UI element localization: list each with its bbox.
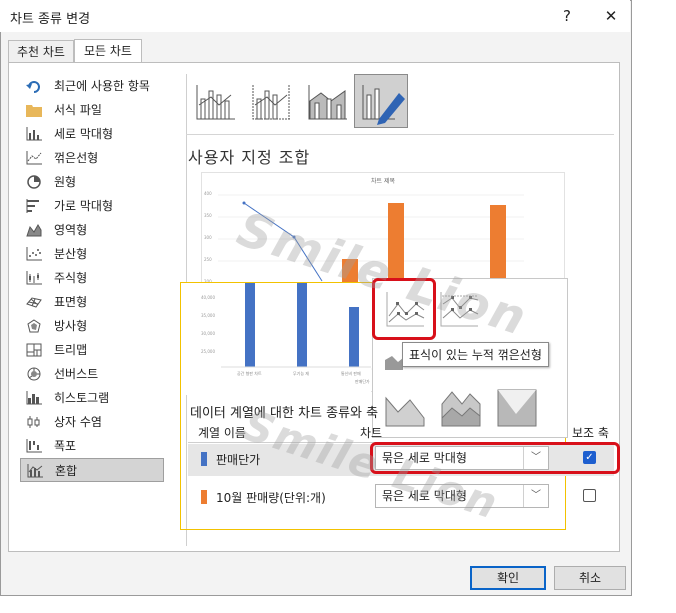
preview-line-point [242, 201, 246, 205]
surface-chart-icon [26, 297, 42, 308]
title-bar [0, 0, 630, 32]
preview-axis-tick: 35,000 [201, 313, 215, 318]
treemap-icon [26, 343, 42, 357]
sidebar-item-label: 혼합 [55, 464, 78, 478]
folder-icon [26, 105, 42, 117]
ok-button[interactable]: 확인 [470, 566, 546, 590]
tab-recommended-charts[interactable]: 추천 차트 [8, 40, 74, 62]
sidebar-item-label: 폭포 [54, 439, 77, 453]
combo-column-line-icon [196, 85, 235, 120]
sidebar-item-label: 주식형 [54, 271, 88, 285]
sidebar-item-scatter[interactable]: 분산형 [20, 242, 164, 266]
preview-chart-title: 차트 제목 [371, 177, 395, 185]
sidebar-item-waterfall[interactable]: 폭포 [20, 434, 164, 458]
sidebar-item-bar[interactable]: 가로 막대형 [20, 194, 164, 218]
stock-chart-icon [26, 271, 42, 285]
recent-icon [26, 81, 40, 93]
preview-legend: 판매단가 [355, 378, 370, 384]
radar-chart-icon [27, 319, 41, 333]
preview-axis-tick: 400 [204, 191, 212, 196]
sidebar-item-label: 세로 막대형 [54, 127, 114, 141]
sidebar-item-stock[interactable]: 주식형 [20, 266, 164, 290]
preview-axis-tick: 30,000 [201, 331, 215, 336]
preview-bar-blue [297, 283, 307, 367]
sidebar-item-label: 서식 파일 [54, 103, 102, 117]
sidebar-item-line[interactable]: 꺾은선형 [20, 146, 164, 170]
col-secondary-axis: 보조 축 [572, 426, 609, 440]
series-name: 10월 판매량(단위:개) [216, 491, 326, 505]
combo-subtype-column-line-secondary[interactable] [244, 74, 298, 128]
bar-chart-icon [26, 199, 39, 213]
sidebar-item-recent[interactable]: 최근에 사용한 항목 [20, 74, 164, 98]
preview-axis-tick: 40,000 [201, 295, 215, 300]
preview-category-label: 무기능 재 [293, 370, 309, 376]
tab-all-charts[interactable]: 모든 차트 [74, 39, 142, 63]
preview-bar-blue [245, 283, 255, 367]
preview-bar-blue [349, 307, 359, 367]
sidebar-item-column[interactable]: 세로 막대형 [20, 122, 164, 146]
sidebar-item-histogram[interactable]: 히스토그램 [20, 386, 164, 410]
sidebar-item-label: 히스토그램 [54, 391, 110, 405]
combo-area-column-icon [308, 85, 347, 120]
preview-category-label: 공간 형판 차트 [237, 370, 262, 376]
help-button[interactable]: ? [550, 4, 584, 28]
sidebar-item-area[interactable]: 영역형 [20, 218, 164, 242]
preview-axis-tick: 25,000 [201, 349, 215, 354]
sidebar-item-sunburst[interactable]: 선버스트 [20, 362, 164, 386]
pie-chart-icon [27, 175, 41, 189]
scatter-chart-icon [26, 247, 42, 261]
combo-column-line-secondary-icon [252, 85, 291, 120]
cancel-button[interactable]: 취소 [554, 566, 626, 590]
sidebar-item-label: 원형 [54, 175, 77, 189]
sidebar-item-label: 영역형 [54, 223, 88, 237]
preview-lower-part: 40,000 35,000 30,000 25,000 공간 형판 차트 무기능… [181, 283, 371, 395]
combo-subtype-custom[interactable] [354, 74, 408, 128]
custom-combo-pencil-icon [362, 85, 405, 125]
waterfall-icon [26, 439, 42, 453]
sidebar-item-label: 트리맵 [54, 343, 88, 357]
sidebar-item-label: 꺾은선형 [54, 151, 99, 165]
section-separator [186, 134, 614, 135]
sidebar-item-radar[interactable]: 방사형 [20, 314, 164, 338]
sidebar-item-surface[interactable]: 표면형 [20, 290, 164, 314]
series-color-swatch [201, 490, 207, 504]
combo-subtype-area-column[interactable] [300, 74, 354, 128]
section-heading: 사용자 지정 조합 [188, 148, 311, 167]
sidebar-item-label: 가로 막대형 [54, 199, 114, 213]
chart-type-tooltip: 표식이 있는 누적 꺾은선형 [402, 342, 549, 367]
preview-axis-tick: 250 [204, 257, 212, 262]
preview-category-label: 통신비 판매 [341, 370, 361, 376]
preview-axis-tick: 300 [204, 235, 212, 240]
sidebar-item-combo[interactable]: 혼합 [20, 458, 164, 482]
area-chart-icon [26, 224, 42, 237]
secondary-axis-checkbox[interactable] [583, 489, 596, 502]
area-small-icon [385, 356, 403, 370]
sidebar-item-label: 선버스트 [54, 367, 99, 381]
sidebar-item-label: 상자 수염 [54, 415, 102, 429]
chevron-down-icon: ﹀ [523, 485, 548, 507]
combo-subtype-column-line[interactable] [188, 74, 242, 128]
box-whisker-icon [27, 416, 40, 428]
line-chart-icon [26, 151, 42, 165]
series-name: 판매단가 [216, 453, 261, 467]
sunburst-icon [27, 367, 41, 381]
series-color-swatch [201, 452, 207, 466]
preview-axis-tick: 350 [204, 213, 212, 218]
sidebar-item-box-whisker[interactable]: 상자 수염 [20, 410, 164, 434]
sidebar-item-templates[interactable]: 서식 파일 [20, 98, 164, 122]
combo-chart-icon [27, 464, 43, 478]
gallery-area-hidden [384, 352, 404, 372]
chart-category-list: 최근에 사용한 항목 서식 파일 세로 막대형 꺾은선형 원형 가로 막대형 영… [20, 74, 164, 482]
close-button[interactable]: ✕ [594, 4, 628, 28]
sidebar-item-label: 표면형 [54, 295, 88, 309]
sidebar-item-pie[interactable]: 원형 [20, 170, 164, 194]
dialog-title: 차트 종류 변경 [10, 12, 91, 27]
sidebar-item-treemap[interactable]: 트리맵 [20, 338, 164, 362]
sidebar-item-label: 분산형 [54, 247, 88, 261]
histogram-icon [26, 391, 42, 405]
sidebar-item-label: 최근에 사용한 항목 [54, 79, 150, 93]
sidebar-item-label: 방사형 [54, 319, 88, 333]
column-chart-icon [26, 127, 42, 141]
